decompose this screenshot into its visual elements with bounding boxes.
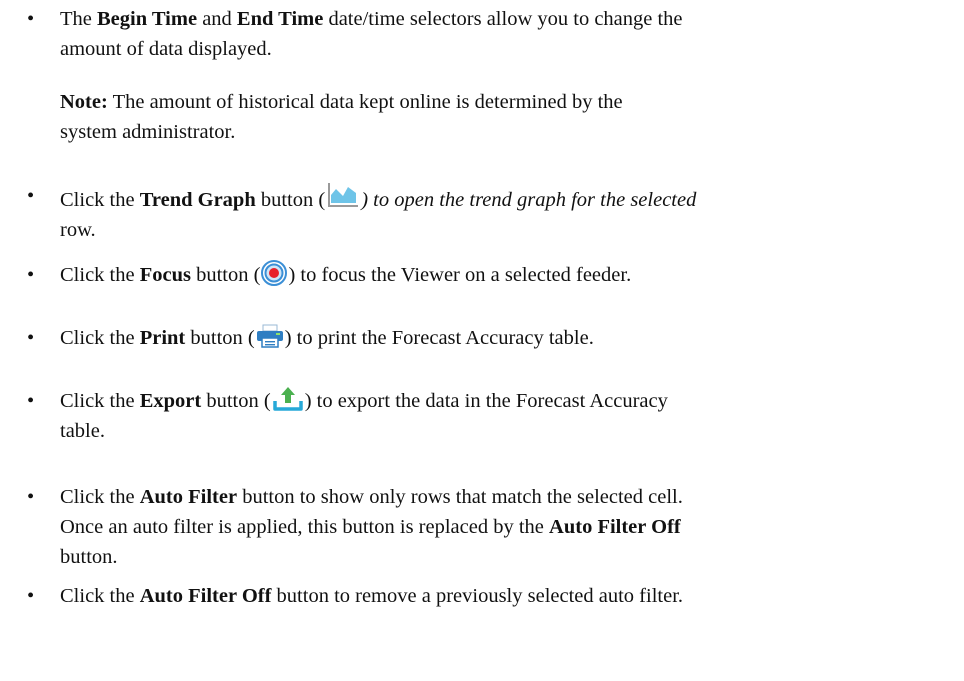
note-label: Note: <box>60 91 108 113</box>
export-upload-icon <box>272 386 304 412</box>
trend-graph-icon <box>326 181 360 211</box>
term-auto-filter: Auto Filter <box>139 486 238 508</box>
document-page: • The Begin Time and End Time date/time … <box>0 0 964 681</box>
paragraph-auto-filter-off: Click the Auto Filter Off button to remo… <box>60 581 950 611</box>
bullet: • <box>27 185 35 207</box>
paragraph-line: row. <box>60 219 96 241</box>
paragraph-trend-graph: Click the Trend Graph button () to open … <box>60 181 950 245</box>
paragraph-auto-filter: Click the Auto Filter button to show onl… <box>60 482 950 572</box>
paragraph-line: Click the Trend Graph button () to open … <box>60 181 950 215</box>
term-print: Print <box>139 327 186 349</box>
paragraph-line: Click the Auto Filter button to show onl… <box>60 486 683 508</box>
term-export: Export <box>139 390 202 412</box>
focus-target-icon <box>261 260 288 286</box>
bullet: • <box>27 8 35 30</box>
bullet: • <box>27 486 35 508</box>
note-paragraph: Note: The amount of historical data kept… <box>60 87 860 147</box>
term-begin-time: Begin Time <box>97 8 198 30</box>
paragraph-line: Click the Export button () to export the… <box>60 386 950 416</box>
paragraph-line: Click the Print button () to print the F… <box>60 323 950 353</box>
bullet: • <box>27 264 35 286</box>
paragraph-line: Click the Auto Filter Off button to remo… <box>60 585 684 607</box>
term-focus: Focus <box>139 264 191 286</box>
bullet: • <box>27 390 35 412</box>
bullet: • <box>27 327 35 349</box>
bullet: • <box>27 585 35 607</box>
paragraph-line: system administrator. <box>60 121 236 143</box>
paragraph-line: The Begin Time and End Time date/time se… <box>60 8 683 30</box>
term-auto-filter-off: Auto Filter Off <box>139 585 272 607</box>
paragraph-print: Click the Print button () to print the F… <box>60 323 950 353</box>
term-trend-graph: Trend Graph <box>139 189 256 211</box>
paragraph-focus: Click the Focus button () to focus the V… <box>60 260 950 290</box>
term-auto-filter-off: Auto Filter Off <box>549 516 681 538</box>
paragraph-export: Click the Export button () to export the… <box>60 386 950 446</box>
term-end-time: End Time <box>236 8 324 30</box>
paragraph-line: Once an auto filter is applied, this but… <box>60 516 681 538</box>
paragraph-line: amount of data displayed. <box>60 38 272 60</box>
paragraph-line: Note: The amount of historical data kept… <box>60 91 623 113</box>
printer-icon <box>256 323 284 349</box>
paragraph-time-selectors: The Begin Time and End Time date/time se… <box>60 4 950 64</box>
paragraph-line: Click the Focus button () to focus the V… <box>60 260 950 290</box>
paragraph-line: button. <box>60 546 118 568</box>
paragraph-line: table. <box>60 420 105 442</box>
